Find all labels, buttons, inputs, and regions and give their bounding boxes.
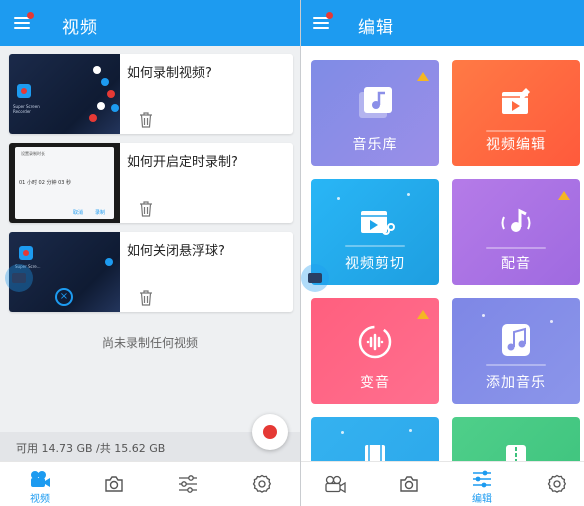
add-music-icon — [502, 324, 530, 356]
video-edit-icon — [502, 88, 530, 114]
trash-icon[interactable] — [139, 290, 153, 306]
nav-tools[interactable] — [158, 462, 218, 506]
sliders-icon — [473, 470, 491, 488]
video-camera-icon — [31, 471, 50, 487]
notification-dot — [27, 12, 34, 19]
trash-icon[interactable] — [139, 201, 153, 217]
thumb-caption: Super Screen Recorder — [13, 104, 40, 114]
gear-icon — [252, 474, 272, 493]
premium-crown-icon — [417, 72, 429, 81]
page-title: 视频 — [62, 18, 98, 38]
menu-icon[interactable] — [313, 12, 333, 31]
tutorial-card-timer[interactable]: 设置录制时长 01 小时 02 分钟 03 秒 取消 录制 如何开启定时录制? — [9, 143, 293, 223]
voice-change-icon — [358, 325, 392, 359]
nav-edit[interactable]: 编辑 — [452, 462, 512, 506]
video-cut-icon — [361, 211, 395, 235]
thumb-caption: 设置录制时长 — [21, 151, 45, 156]
card-title: 如何录制视频? — [127, 66, 212, 81]
page-title: 编辑 — [358, 18, 394, 38]
nav-screenshot[interactable] — [84, 462, 144, 506]
nav-video[interactable]: 视频 — [10, 462, 70, 506]
tile-label: 视频编辑 — [486, 137, 546, 153]
video-app-bar: 视频 — [0, 0, 300, 46]
thumb-cancel: 取消 — [73, 210, 84, 216]
empty-state-text: 尚未录制任何视频 — [101, 336, 198, 350]
card-title: 如何关闭悬浮球? — [127, 244, 225, 259]
tile-video-edit[interactable]: 视频编辑 — [452, 60, 580, 166]
edit-panel: 编辑 音乐库 视频编辑 视频剪切 配音 变音 添加音乐 编辑 — [301, 0, 584, 506]
bottom-nav: 编辑 — [301, 461, 584, 506]
premium-crown-icon — [558, 191, 570, 200]
gear-icon — [547, 474, 567, 493]
nav-label: 视频 — [30, 494, 50, 505]
app-root: 视频 Super Screen Recorder 如何录制视频? 设置录制时长 — [0, 0, 584, 506]
trash-icon[interactable] — [139, 112, 153, 128]
record-button[interactable] — [252, 414, 288, 450]
tile-label: 变音 — [360, 375, 390, 391]
card-title: 如何开启定时录制? — [127, 155, 238, 170]
app-logo-icon — [19, 246, 33, 260]
tile-label: 音乐库 — [352, 137, 398, 153]
music-library-icon — [359, 87, 392, 118]
tile-label: 添加音乐 — [486, 375, 546, 391]
tile-label: 配音 — [501, 256, 531, 272]
tutorial-card-record[interactable]: Super Screen Recorder 如何录制视频? — [9, 54, 293, 134]
dubbing-icon — [501, 208, 531, 232]
tile-dubbing[interactable]: 配音 — [452, 179, 580, 285]
nav-screenshot[interactable] — [379, 462, 439, 506]
app-logo-icon — [17, 84, 31, 98]
nav-settings[interactable] — [527, 462, 584, 506]
edit-app-bar: 编辑 — [301, 0, 584, 46]
video-camera-icon — [325, 475, 346, 493]
bottom-nav: 视频 — [0, 461, 300, 506]
nav-label: 编辑 — [472, 494, 492, 505]
storage-text: 可用 14.73 GB /共 15.62 GB — [16, 442, 166, 455]
sliders-icon — [179, 475, 197, 493]
nav-settings[interactable] — [232, 462, 292, 506]
notification-dot — [326, 12, 333, 19]
floating-ball[interactable] — [301, 264, 329, 292]
thumb-time-row: 01 小时 02 分钟 03 秒 — [19, 180, 72, 186]
floating-ball[interactable] — [5, 264, 33, 292]
thumb-ok: 录制 — [95, 210, 106, 216]
tile-voice-change[interactable]: 变音 — [311, 298, 439, 404]
tutorial-thumbnail: 设置录制时长 01 小时 02 分钟 03 秒 取消 录制 — [9, 143, 120, 223]
tile-add-music[interactable]: 添加音乐 — [452, 298, 580, 404]
tile-label: 视频剪切 — [345, 256, 405, 272]
tutorial-thumbnail: Super Screen Recorder — [9, 54, 120, 134]
camera-icon — [400, 476, 418, 492]
tutorial-card-float-ball[interactable]: Super Scre... × 如何关闭悬浮球? — [9, 232, 293, 312]
premium-crown-icon — [417, 310, 429, 319]
nav-video[interactable] — [305, 462, 365, 506]
tile-video-cut[interactable]: 视频剪切 — [311, 179, 439, 285]
camera-icon — [105, 476, 123, 492]
tile-music-library[interactable]: 音乐库 — [311, 60, 439, 166]
menu-icon[interactable] — [14, 12, 34, 31]
video-panel: 视频 Super Screen Recorder 如何录制视频? 设置录制时长 — [0, 0, 300, 506]
